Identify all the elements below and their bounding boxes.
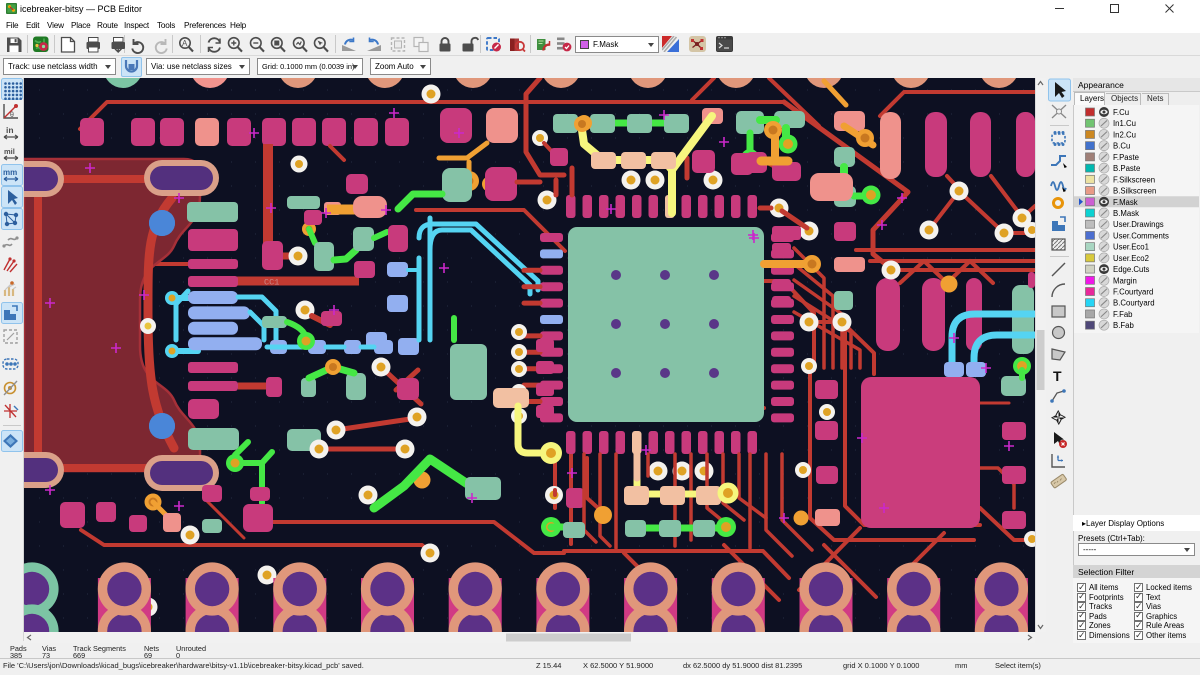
svg-text:A: A (182, 39, 188, 48)
svg-text:F.Cu: F.Cu (1113, 108, 1129, 117)
svg-text:In2.Cu: In2.Cu (1113, 130, 1136, 139)
svg-text:B.Cu: B.Cu (1113, 142, 1130, 151)
svg-text:B.Courtyard: B.Courtyard (1113, 299, 1155, 308)
svg-text:User.Drawings: User.Drawings (1113, 220, 1164, 229)
svg-text:F.Paste: F.Paste (1113, 153, 1139, 162)
svg-text:F.Fab: F.Fab (1113, 310, 1133, 319)
svg-text:θ: θ (10, 112, 14, 119)
svg-text:Margin: Margin (1113, 276, 1137, 285)
svg-text:CC1: CC1 (264, 278, 279, 288)
svg-text:In1.Cu: In1.Cu (1113, 119, 1136, 128)
svg-text:F.Courtyard: F.Courtyard (1113, 288, 1153, 297)
svg-text:User.Eco1: User.Eco1 (1113, 243, 1149, 252)
svg-text:B.Fab: B.Fab (1113, 321, 1134, 330)
svg-text:in: in (6, 125, 14, 135)
svg-text:User.Eco2: User.Eco2 (1113, 254, 1149, 263)
svg-text:F.Mask: F.Mask (1113, 198, 1138, 207)
svg-text:B.Mask: B.Mask (1113, 209, 1139, 218)
svg-text:Edge.Cuts: Edge.Cuts (1113, 265, 1150, 274)
svg-text:B.Paste: B.Paste (1113, 164, 1140, 173)
svg-text:T: T (1053, 368, 1062, 384)
svg-text:User.Comments: User.Comments (1113, 231, 1169, 240)
svg-text:F.Silkscreen: F.Silkscreen (1113, 175, 1155, 184)
svg-text:mm: mm (3, 168, 17, 177)
svg-text:mil: mil (4, 147, 15, 156)
svg-text:B.Silkscreen: B.Silkscreen (1113, 187, 1156, 196)
